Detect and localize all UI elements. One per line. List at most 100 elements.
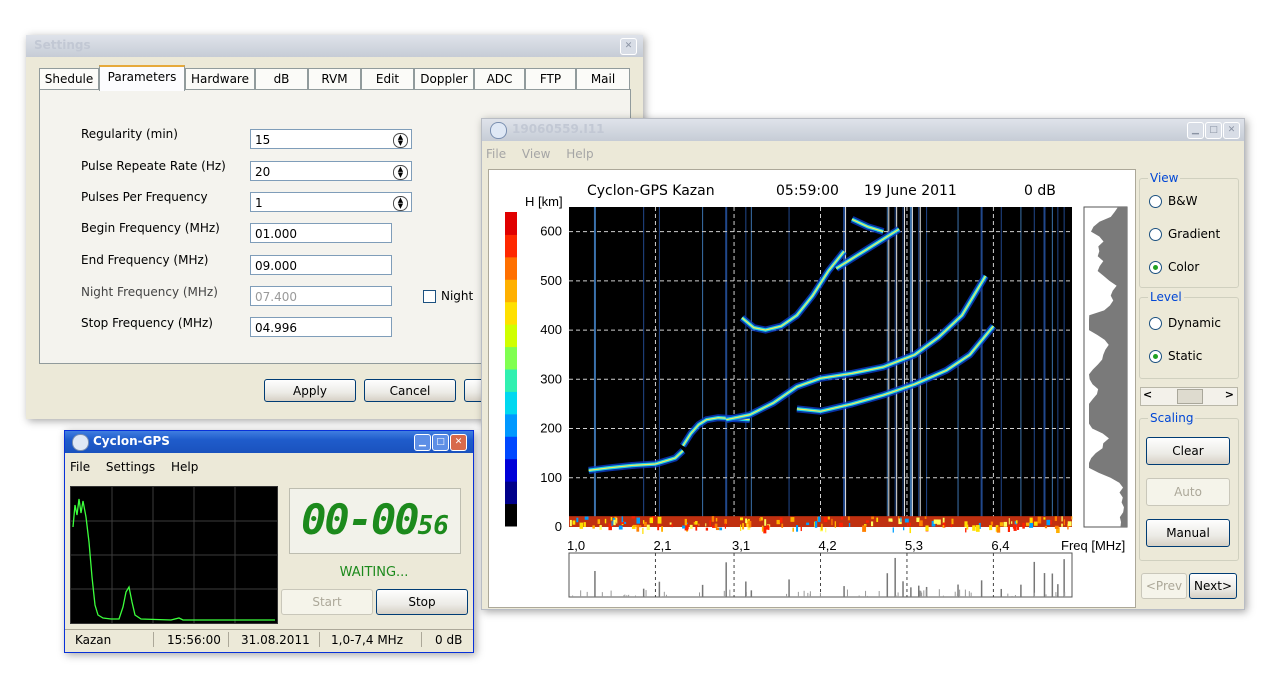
auto-button[interactable]: Auto [1146, 478, 1230, 506]
ionogram-chart: H [km] Freq [MHz] 0 100 200 300 400 500 600 1,… [505, 194, 1128, 598]
maximize-icon[interactable]: □ [432, 434, 449, 451]
noise-speck [1034, 521, 1038, 526]
tab-label: Edit [375, 72, 400, 86]
noise-speck [999, 522, 1004, 527]
prev-button[interactable]: <Prev [1141, 573, 1187, 599]
x-tick-label: 5,3 [905, 538, 923, 553]
radio-bw[interactable] [1149, 195, 1162, 208]
status-range: 1,0-7,4 MHz [331, 633, 403, 647]
menu-file[interactable]: File [482, 145, 512, 163]
stop-button[interactable]: Stop [376, 589, 468, 615]
radio-static-label: Static [1168, 349, 1203, 363]
spinner-icon[interactable]: ▲ ▼ [393, 133, 408, 148]
start-button[interactable]: Start [281, 589, 373, 615]
night-checkbox[interactable] [423, 290, 436, 303]
noise-speck [950, 524, 953, 528]
night-frequency-value: 07.400 [255, 290, 297, 304]
noise-speck [975, 525, 980, 532]
colorbar-segment [505, 256, 517, 280]
cyclon-title-bar[interactable]: Cyclon-GPS ▁ □ ✕ [65, 431, 473, 453]
scroll-left-icon[interactable]: < [1143, 388, 1152, 401]
noise-speck [576, 517, 579, 523]
noise-speck [924, 516, 927, 519]
clear-button[interactable]: Clear [1146, 437, 1230, 465]
timer-main: 00-00 [301, 495, 419, 544]
noise-speck [1015, 520, 1018, 524]
apply-button[interactable]: Apply [264, 379, 356, 402]
status-divider [228, 632, 229, 647]
minimize-icon[interactable]: ▁ [414, 434, 431, 451]
noise-speck [669, 522, 672, 525]
x-tick-label: 3,1 [732, 538, 750, 553]
close-icon[interactable]: ✕ [1223, 122, 1240, 139]
noise-speck [965, 528, 967, 533]
status-divider [153, 632, 154, 647]
noise-speck [902, 527, 905, 531]
spinner-icon[interactable]: ▲ ▼ [393, 196, 408, 211]
scroll-thumb[interactable] [1177, 389, 1203, 404]
maximize-icon[interactable]: □ [1205, 122, 1222, 139]
noise-speck [657, 524, 660, 531]
y-tick-labels: 0 100 200 300 400 500 600 [540, 224, 562, 534]
regularity-input[interactable]: 15 ▲ ▼ [250, 129, 412, 149]
noise-speck [709, 520, 712, 526]
colorbar-segment [505, 413, 517, 437]
menu-help[interactable]: Help [560, 145, 599, 163]
ionogram-title-bar[interactable]: 19060559.I11 ▁ □ ✕ [482, 119, 1244, 141]
noise-speck [916, 517, 920, 523]
noise-speck [792, 527, 795, 532]
radio-static[interactable] [1149, 350, 1162, 363]
level-group-title: Level [1148, 290, 1184, 304]
radio-dynamic[interactable] [1149, 317, 1162, 330]
tab-ftp[interactable]: FTP [525, 68, 576, 90]
scroll-right-icon[interactable]: > [1225, 388, 1234, 401]
menu-file[interactable]: File [65, 458, 96, 476]
pulse-rate-input[interactable]: 20 ▲ ▼ [250, 161, 412, 181]
minimize-icon[interactable]: ▁ [1187, 122, 1204, 139]
stop-frequency-input[interactable]: 04.996 [250, 317, 392, 337]
noise-speck [705, 527, 709, 531]
tab-hardware[interactable]: Hardware [185, 68, 255, 90]
noise-speck [618, 525, 623, 530]
noise-speck [569, 519, 572, 527]
noise-speck [964, 521, 968, 528]
begin-frequency-input[interactable]: 01.000 [250, 223, 392, 243]
tab-doppler[interactable]: Doppler [414, 68, 474, 90]
spinner-icon[interactable]: ▲ ▼ [393, 165, 408, 180]
night-frequency-input[interactable]: 07.400 [250, 286, 392, 306]
pulses-per-frequency-input[interactable]: 1 ▲ ▼ [250, 192, 412, 212]
y-tick-label: 200 [540, 421, 562, 436]
tab-label: FTP [539, 72, 562, 86]
horizontal-scrollbar[interactable]: < > [1140, 387, 1238, 406]
pulse-rate-value: 20 [255, 165, 271, 179]
tab-mail[interactable]: Mail [576, 68, 630, 90]
view-group-title: View [1148, 171, 1181, 185]
radio-color[interactable] [1149, 261, 1162, 274]
tab-parameters[interactable]: Parameters [99, 65, 185, 91]
radio-bw-label: B&W [1168, 194, 1198, 208]
noise-speck [1022, 522, 1025, 529]
close-icon[interactable]: ✕ [450, 434, 467, 451]
next-button[interactable]: Next> [1189, 573, 1237, 599]
noise-speck [870, 521, 874, 527]
tab-shedule[interactable]: Shedule [39, 68, 99, 90]
end-frequency-input[interactable]: 09.000 [250, 255, 392, 275]
tab-db[interactable]: dB [255, 68, 308, 90]
noise-speck [636, 524, 640, 532]
close-icon[interactable]: ✕ [620, 38, 637, 55]
noise-speck [989, 525, 993, 531]
noise-speck [611, 521, 613, 527]
menu-help[interactable]: Help [165, 458, 204, 476]
colorbar-segment [505, 234, 517, 258]
tab-rvm[interactable]: RVM [308, 68, 361, 90]
tab-edit[interactable]: Edit [361, 68, 414, 90]
radio-gradient[interactable] [1149, 228, 1162, 241]
tab-adc[interactable]: ADC [474, 68, 525, 90]
manual-button[interactable]: Manual [1146, 519, 1230, 547]
noise-speck [682, 525, 686, 529]
menu-settings[interactable]: Settings [100, 458, 161, 476]
cancel-button[interactable]: Cancel [364, 379, 456, 402]
noise-speck [1054, 516, 1057, 521]
menu-view[interactable]: View [516, 145, 556, 163]
settings-title-bar[interactable]: Settings ✕ [26, 35, 643, 57]
